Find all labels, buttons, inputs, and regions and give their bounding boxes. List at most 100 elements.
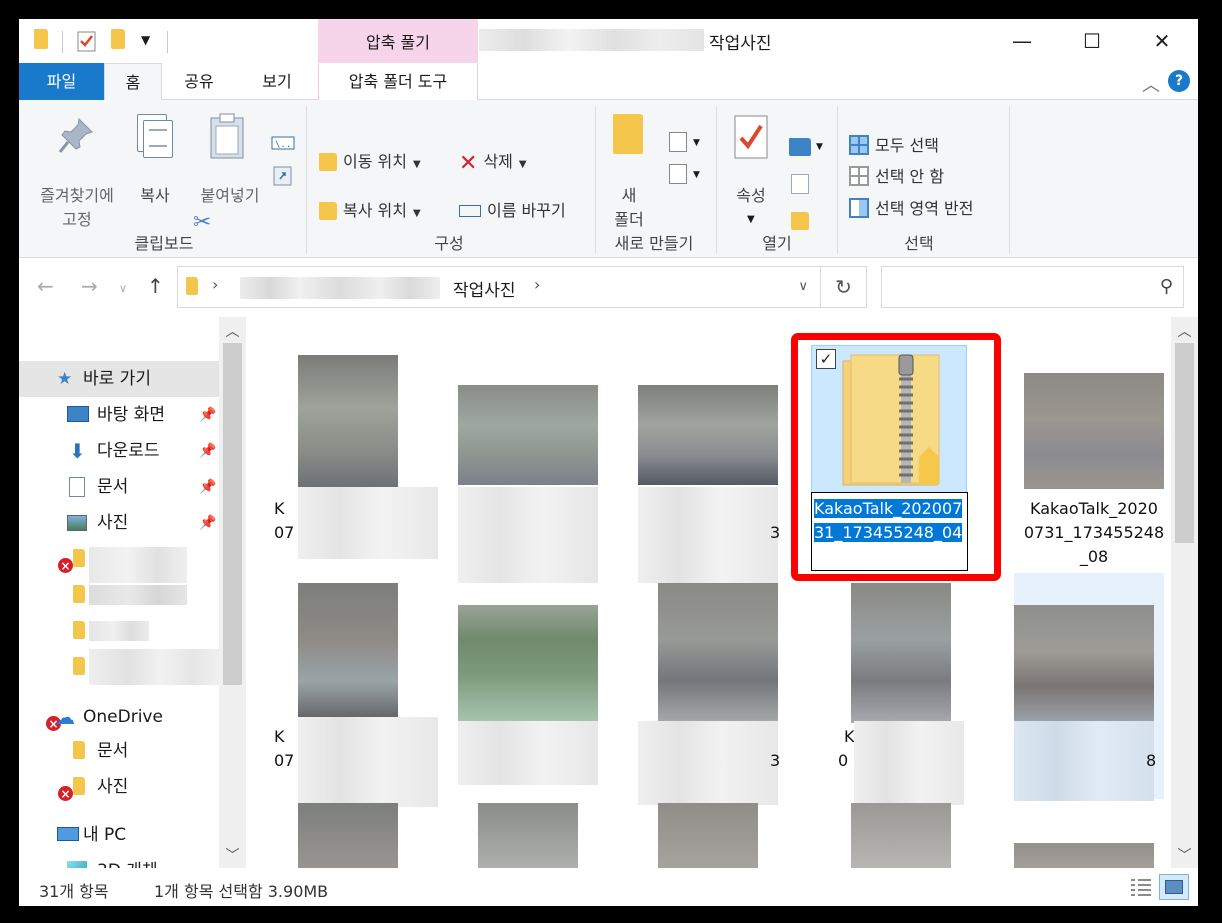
- nav-item-onedrive[interactable]: × ☁ OneDrive: [19, 699, 219, 735]
- select-none-icon: [849, 166, 869, 186]
- close-button[interactable]: ✕: [1139, 25, 1185, 57]
- image-thumbnail[interactable]: [658, 583, 778, 723]
- scroll-up-icon[interactable]: ︿: [1171, 321, 1198, 341]
- search-input[interactable]: ⚲: [881, 266, 1184, 308]
- properties-button[interactable]: 속성: [723, 184, 779, 208]
- forward-arrow-icon[interactable]: →: [81, 274, 98, 298]
- open-icon[interactable]: [789, 138, 811, 156]
- nav-scroll-thumb[interactable]: [223, 343, 242, 685]
- breadcrumb-separator-icon[interactable]: ›: [534, 275, 540, 294]
- image-thumbnail[interactable]: [298, 583, 398, 723]
- image-thumbnail[interactable]: [478, 803, 578, 868]
- image-thumbnail[interactable]: [658, 803, 758, 868]
- image-thumbnail[interactable]: [851, 803, 951, 868]
- pin-icon[interactable]: 📌: [199, 505, 216, 541]
- tab-view[interactable]: 보기: [247, 63, 307, 100]
- image-thumbnail[interactable]: [458, 385, 598, 485]
- edit-icon[interactable]: [791, 174, 809, 194]
- nav-item-blurred-folder[interactable]: [19, 613, 219, 649]
- chevron-down-icon[interactable]: ▼: [747, 214, 755, 225]
- image-thumbnail[interactable]: [458, 605, 598, 721]
- pin-icon[interactable]: 📌: [199, 469, 216, 505]
- folder-icon: [73, 657, 85, 675]
- pin-quick-access-button[interactable]: 즐겨찾기에 고정: [27, 184, 127, 232]
- nav-item-desktop[interactable]: 바탕 화면 📌: [19, 397, 219, 433]
- copy-to-label: 복사 위치: [343, 201, 407, 220]
- breadcrumb-separator-icon[interactable]: ›: [212, 275, 218, 294]
- nav-item-blurred-folder[interactable]: [19, 649, 219, 685]
- move-to-button[interactable]: 이동 위치 ▼: [319, 148, 421, 172]
- delete-button[interactable]: ✕ 삭제 ▼: [459, 148, 527, 176]
- tab-home[interactable]: 홈: [104, 63, 162, 101]
- customize-toolbar-dropdown-icon[interactable]: ▼: [141, 33, 150, 57]
- nav-item-onedrive-documents[interactable]: 문서: [19, 733, 219, 769]
- image-thumbnail[interactable]: [1024, 373, 1164, 489]
- select-none-button[interactable]: 선택 안 함: [849, 163, 944, 187]
- image-thumbnail[interactable]: [638, 385, 778, 485]
- pin-icon[interactable]: [57, 116, 95, 156]
- copy-to-button[interactable]: 복사 위치 ▼: [319, 197, 421, 221]
- tab-file[interactable]: 파일: [19, 63, 104, 100]
- new-folder-button[interactable]: 새 폴더: [603, 184, 655, 232]
- up-arrow-icon[interactable]: ↑: [147, 274, 164, 298]
- file-list-scrollbar[interactable]: ︿ ﹀: [1171, 317, 1198, 868]
- pin-icon[interactable]: 📌: [199, 433, 216, 469]
- nav-item-blurred-folder[interactable]: ×: [19, 541, 219, 583]
- nav-item-this-pc[interactable]: 내 PC: [19, 817, 219, 853]
- nav-item-3d-objects[interactable]: 3D 개체: [19, 853, 219, 868]
- scroll-up-icon[interactable]: ︿: [219, 321, 246, 341]
- new-item-icon[interactable]: [669, 132, 687, 152]
- paste-button[interactable]: 붙여넣기: [185, 184, 275, 208]
- blurred-label: [89, 621, 149, 641]
- breadcrumb-current-folder[interactable]: 작업사진: [453, 276, 516, 301]
- details-view-icon[interactable]: [1129, 876, 1153, 898]
- nav-item-pictures[interactable]: 사진 📌: [19, 505, 219, 541]
- large-icons-view-icon[interactable]: [1159, 874, 1189, 900]
- copy-button[interactable]: 복사: [127, 184, 183, 208]
- scroll-down-icon[interactable]: ﹀: [219, 845, 246, 865]
- search-icon: ⚲: [1159, 276, 1173, 297]
- chevron-down-icon[interactable]: ▼: [816, 142, 823, 152]
- tab-share[interactable]: 공유: [169, 63, 229, 100]
- image-thumbnail[interactable]: [851, 583, 951, 723]
- help-icon[interactable]: ?: [1168, 70, 1190, 92]
- chevron-down-icon[interactable]: ▼: [693, 138, 700, 148]
- scroll-down-icon[interactable]: ﹀: [1171, 845, 1198, 865]
- new-folder-quick-icon[interactable]: [111, 29, 125, 49]
- rename-button[interactable]: 이름 바꾸기: [459, 197, 566, 221]
- new-folder-icon[interactable]: [613, 114, 643, 154]
- nav-item-documents[interactable]: 문서 📌: [19, 469, 219, 505]
- nav-item-quick-access[interactable]: ★ 바로 가기: [19, 361, 219, 397]
- paste-shortcut-icon[interactable]: [273, 164, 293, 186]
- minimize-button[interactable]: —: [999, 25, 1045, 57]
- image-thumbnail[interactable]: [1014, 605, 1154, 721]
- back-arrow-icon[interactable]: ←: [37, 274, 54, 298]
- pin-icon[interactable]: 📌: [199, 397, 216, 433]
- new-folder-label-line1: 새: [621, 186, 637, 205]
- address-bar[interactable]: › 작업사진 › ∨: [177, 266, 821, 308]
- file-list-scroll-thumb[interactable]: [1175, 343, 1194, 543]
- maximize-button[interactable]: ☐: [1069, 25, 1115, 57]
- file-name-partial: 8: [1146, 751, 1157, 770]
- nav-scrollbar[interactable]: ︿ ﹀: [219, 317, 246, 868]
- nav-item-onedrive-pictures[interactable]: × 사진: [19, 769, 219, 805]
- easy-access-icon[interactable]: [669, 164, 687, 184]
- tab-compressed-folder-tools[interactable]: 압축 폴더 도구: [318, 63, 478, 100]
- collapse-ribbon-icon[interactable]: ︿: [1142, 71, 1160, 97]
- recent-locations-chevron-icon[interactable]: ∨: [119, 282, 127, 295]
- select-all-button[interactable]: 모두 선택: [849, 132, 939, 156]
- image-thumbnail[interactable]: [298, 803, 398, 868]
- image-thumbnail[interactable]: [1014, 843, 1154, 868]
- copy-path-icon[interactable]: \..: [271, 136, 295, 150]
- invert-selection-button[interactable]: 선택 영역 반전: [849, 195, 974, 219]
- refresh-button[interactable]: ↻: [821, 266, 867, 308]
- nav-item-downloads[interactable]: ⬇ 다운로드 📌: [19, 433, 219, 469]
- properties-large-icon[interactable]: [733, 114, 769, 160]
- properties-icon[interactable]: [77, 29, 97, 53]
- image-thumbnail[interactable]: [298, 355, 398, 487]
- history-icon[interactable]: [791, 212, 809, 230]
- chevron-down-icon[interactable]: ▼: [693, 170, 700, 180]
- paste-icon[interactable]: [209, 112, 245, 160]
- nav-item-blurred-folder[interactable]: [19, 577, 219, 613]
- address-history-chevron-icon[interactable]: ∨: [798, 279, 808, 294]
